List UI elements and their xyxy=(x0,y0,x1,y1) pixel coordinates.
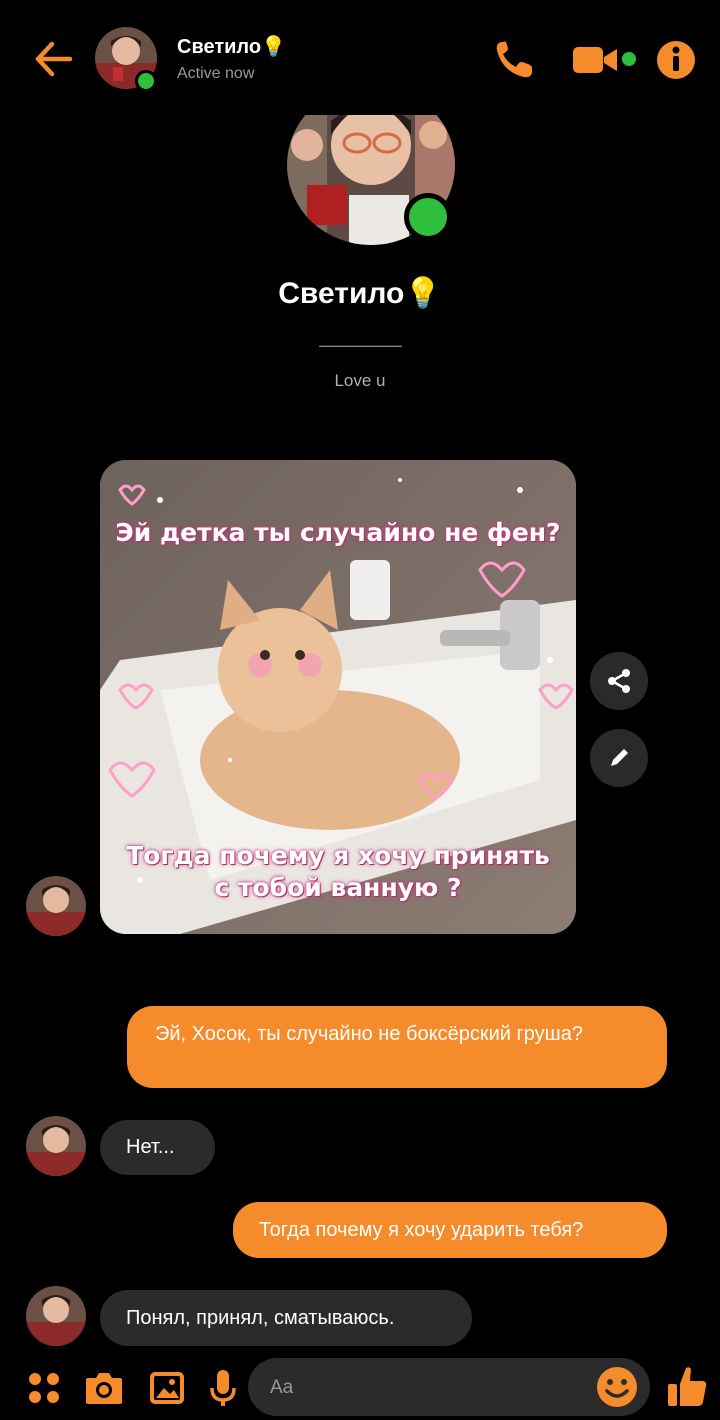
microphone-icon[interactable] xyxy=(208,1366,238,1410)
active-status: Active now xyxy=(177,65,255,82)
chat-header: Светило💡 Active now xyxy=(0,0,720,115)
outgoing-message[interactable]: Тогда почему я хочу ударить тебя? xyxy=(233,1202,667,1258)
sender-avatar[interactable] xyxy=(26,1116,86,1176)
outgoing-message[interactable]: Эй, Хосок, ты случайно не боксёрский гру… xyxy=(127,1006,667,1088)
profile-divider: ________ xyxy=(319,326,402,348)
pencil-icon xyxy=(611,749,628,766)
apps-grid-icon[interactable] xyxy=(26,1366,62,1410)
incoming-message[interactable]: Нет... xyxy=(100,1120,215,1175)
sender-avatar[interactable] xyxy=(26,876,86,936)
profile-name: Светило💡 xyxy=(278,277,442,310)
edit-button[interactable] xyxy=(590,729,648,787)
contact-name[interactable]: Светило💡 xyxy=(177,34,286,59)
share-icon xyxy=(608,669,630,693)
sender-avatar[interactable] xyxy=(26,1286,86,1346)
online-indicator xyxy=(135,70,157,92)
back-arrow-icon[interactable] xyxy=(30,36,76,82)
meme-bottom-caption: Тогда почему я хочу принять с тобой ванн… xyxy=(126,841,550,902)
video-online-indicator xyxy=(622,52,636,66)
emoji-icon[interactable] xyxy=(596,1366,638,1408)
camera-icon[interactable] xyxy=(84,1366,124,1410)
video-camera-icon[interactable] xyxy=(572,38,618,82)
message-input[interactable] xyxy=(268,1372,592,1404)
gallery-icon[interactable] xyxy=(148,1366,186,1410)
info-icon[interactable] xyxy=(656,38,696,82)
meme-top-caption: Эй детка ты случайно не фен? xyxy=(115,518,561,547)
profile-bio: Love u xyxy=(334,371,386,390)
thumbs-up-icon[interactable] xyxy=(666,1364,708,1408)
phone-icon[interactable] xyxy=(492,38,536,82)
meme-image-message[interactable]: Эй детка ты случайно не фен? Тогда почем… xyxy=(100,460,576,934)
profile-online-indicator xyxy=(404,193,452,241)
message-composer[interactable] xyxy=(248,1358,650,1416)
share-button[interactable] xyxy=(590,652,648,710)
incoming-message[interactable]: Понял, принял, сматываюсь. xyxy=(100,1290,472,1346)
